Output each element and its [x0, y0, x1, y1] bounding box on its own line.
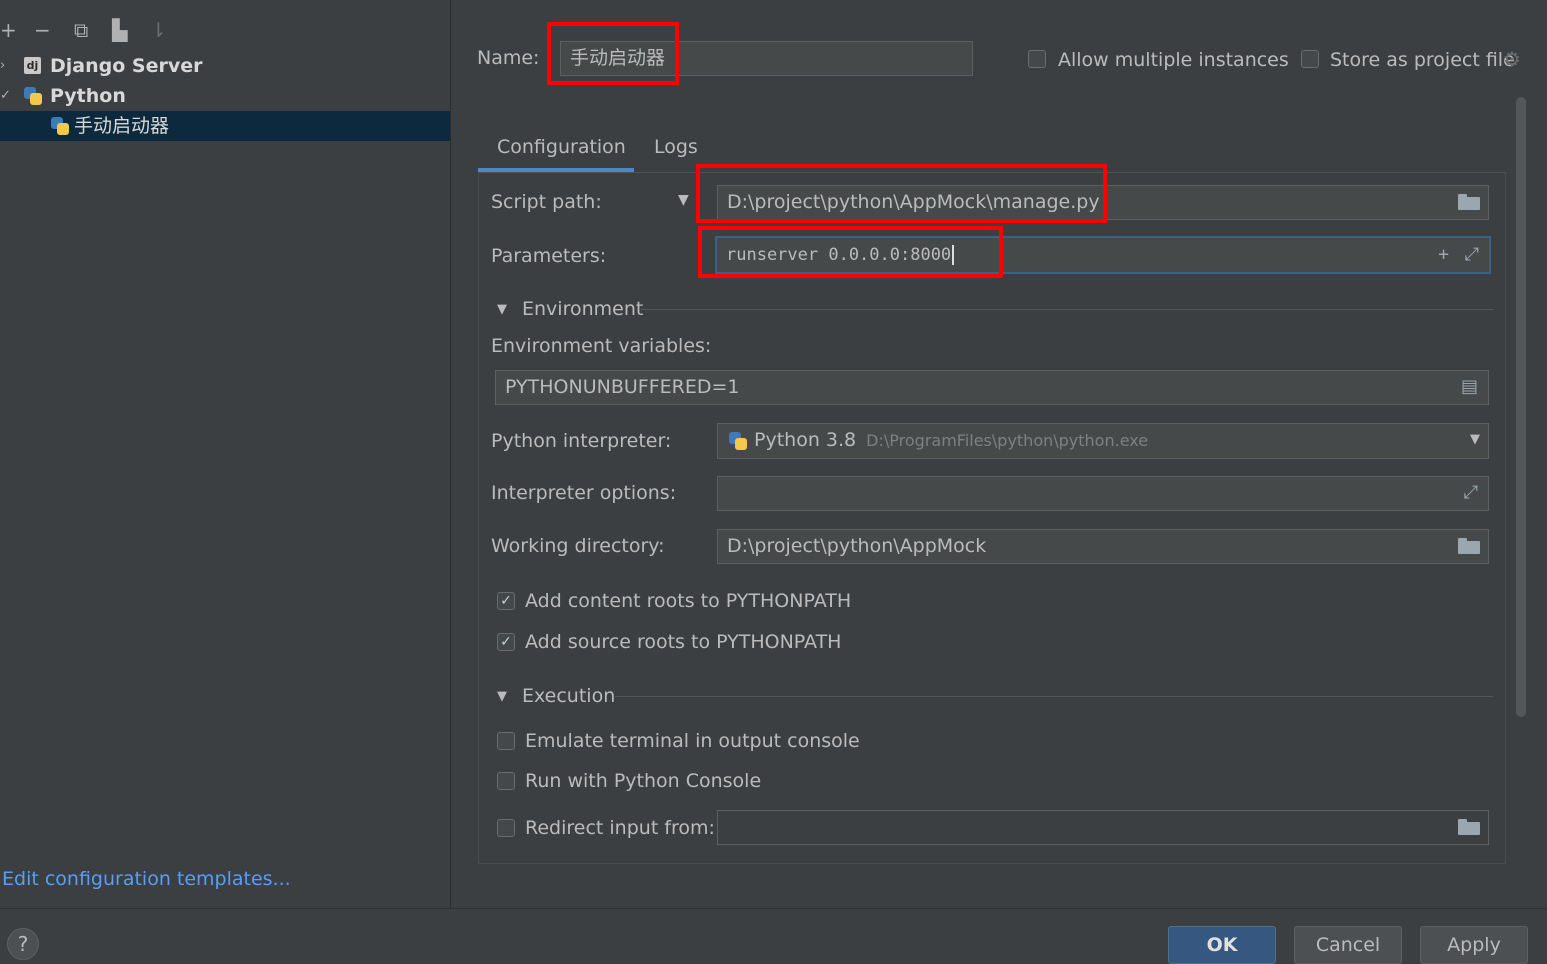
interpreter-name: Python 3.8 [754, 429, 857, 451]
working-directory-input[interactable]: D:\project\python\AppMock [717, 529, 1489, 564]
apply-button[interactable]: Apply [1420, 926, 1528, 964]
chevron-down-icon[interactable]: ✓ [0, 81, 11, 111]
emulate-terminal-checkbox[interactable] [497, 732, 515, 750]
store-project-label: Store as project file [1330, 49, 1515, 71]
edit-configuration-templates-link[interactable]: Edit configuration templates... [2, 868, 291, 890]
interpreter-options-input[interactable]: ⤢ [717, 476, 1489, 511]
add-content-roots-label: Add content roots to PYTHONPATH [525, 590, 852, 612]
run-configurations-tree-panel: + − ⧉ ▙ ⇂ › dj Django Server ✓ Python 手动… [0, 0, 451, 908]
emulate-terminal-label: Emulate terminal in output console [525, 730, 860, 752]
add-source-roots-label: Add source roots to PYTHONPATH [525, 631, 842, 653]
help-button[interactable]: ? [7, 928, 39, 960]
python-icon [23, 86, 43, 106]
tab-configuration[interactable]: Configuration [497, 136, 626, 158]
chevron-down-icon[interactable]: ▼ [678, 192, 689, 208]
environment-variables-label: Environment variables: [491, 335, 712, 357]
add-source-roots-checkbox[interactable]: ✓ [497, 633, 515, 651]
sort-icon[interactable]: ⇂ [150, 18, 167, 42]
django-icon: dj [24, 57, 41, 74]
minus-icon[interactable]: − [34, 18, 51, 42]
expand-icon[interactable]: ⤢ [1464, 477, 1478, 509]
working-directory-value: D:\project\python\AppMock [727, 535, 987, 557]
allow-multiple-label: Allow multiple instances [1058, 49, 1289, 71]
parameters-input[interactable]: runserver 0.0.0.0:8000 + ⤢ [715, 236, 1491, 274]
tab-logs[interactable]: Logs [654, 136, 698, 158]
execution-section-title[interactable]: Execution [522, 685, 615, 707]
parameters-label: Parameters: [491, 245, 607, 267]
collapse-arrow-icon[interactable]: ▼ [497, 689, 507, 704]
environment-variables-value: PYTHONUNBUFFERED=1 [505, 376, 740, 398]
tree-item-django-server[interactable]: › dj Django Server [0, 51, 450, 81]
interpreter-options-label: Interpreter options: [491, 482, 677, 504]
tree-item-label: 手动启动器 [74, 115, 170, 137]
script-path-input[interactable]: D:\project\python\AppMock\manage.py [717, 185, 1489, 220]
environment-variables-input[interactable]: PYTHONUNBUFFERED=1 ▤ [495, 370, 1489, 405]
script-path-value: D:\project\python\AppMock\manage.py [727, 191, 1100, 213]
cancel-button[interactable]: Cancel [1294, 926, 1402, 964]
chevron-right-icon[interactable]: › [0, 51, 5, 81]
chevron-down-icon[interactable]: ▼ [1470, 424, 1480, 456]
scrollbar[interactable] [1516, 97, 1526, 717]
copy-icon[interactable]: ⧉ [74, 18, 88, 42]
allow-multiple-checkbox[interactable] [1028, 50, 1046, 68]
name-input[interactable]: 手动启动器 [560, 41, 973, 76]
folder-icon[interactable] [1458, 194, 1480, 210]
python-icon [728, 431, 748, 451]
tree-item-label: Python [50, 85, 126, 107]
folder-icon[interactable] [1458, 819, 1480, 835]
redirect-input-checkbox[interactable] [497, 819, 515, 837]
plus-icon[interactable]: + [1438, 238, 1449, 272]
section-divider [615, 696, 1493, 697]
ok-button[interactable]: OK [1168, 926, 1276, 964]
collapse-arrow-icon[interactable]: ▼ [497, 302, 507, 317]
interpreter-path: D:\ProgramFiles\python\python.exe [866, 431, 1149, 450]
python-interpreter-label: Python interpreter: [491, 430, 672, 452]
gear-icon[interactable]: ⚙ [1503, 47, 1521, 71]
store-project-checkbox[interactable] [1301, 50, 1319, 68]
name-label: Name: [477, 47, 540, 69]
tree-item-python[interactable]: ✓ Python [0, 81, 450, 111]
working-directory-label: Working directory: [491, 535, 665, 557]
parameters-value: runserver 0.0.0.0:8000 [726, 245, 952, 265]
tree-item-manual-launcher[interactable]: 手动启动器 [0, 111, 450, 141]
configuration-panel [478, 173, 1506, 864]
edit-list-icon[interactable]: ▤ [1461, 371, 1478, 403]
expand-icon[interactable]: ⤢ [1465, 238, 1479, 272]
script-path-label: Script path: [491, 191, 602, 213]
section-divider [641, 309, 1493, 310]
run-python-console-label: Run with Python Console [525, 770, 762, 792]
environment-section-title[interactable]: Environment [522, 298, 643, 320]
redirect-input-label: Redirect input from: [525, 817, 715, 839]
python-interpreter-select[interactable]: Python 3.8 D:\ProgramFiles\python\python… [717, 423, 1489, 459]
redirect-input-field[interactable] [717, 810, 1489, 845]
plus-icon[interactable]: + [0, 18, 17, 42]
tree-item-label: Django Server [50, 55, 203, 77]
folder-icon[interactable] [1458, 538, 1480, 554]
python-icon [50, 116, 70, 136]
text-cursor [952, 245, 955, 265]
run-python-console-checkbox[interactable] [497, 772, 515, 790]
add-content-roots-checkbox[interactable]: ✓ [497, 592, 515, 610]
configuration-editor: Name: 手动启动器 Allow multiple instances Sto… [451, 0, 1547, 908]
new-folder-icon[interactable]: ▙ [112, 18, 127, 42]
